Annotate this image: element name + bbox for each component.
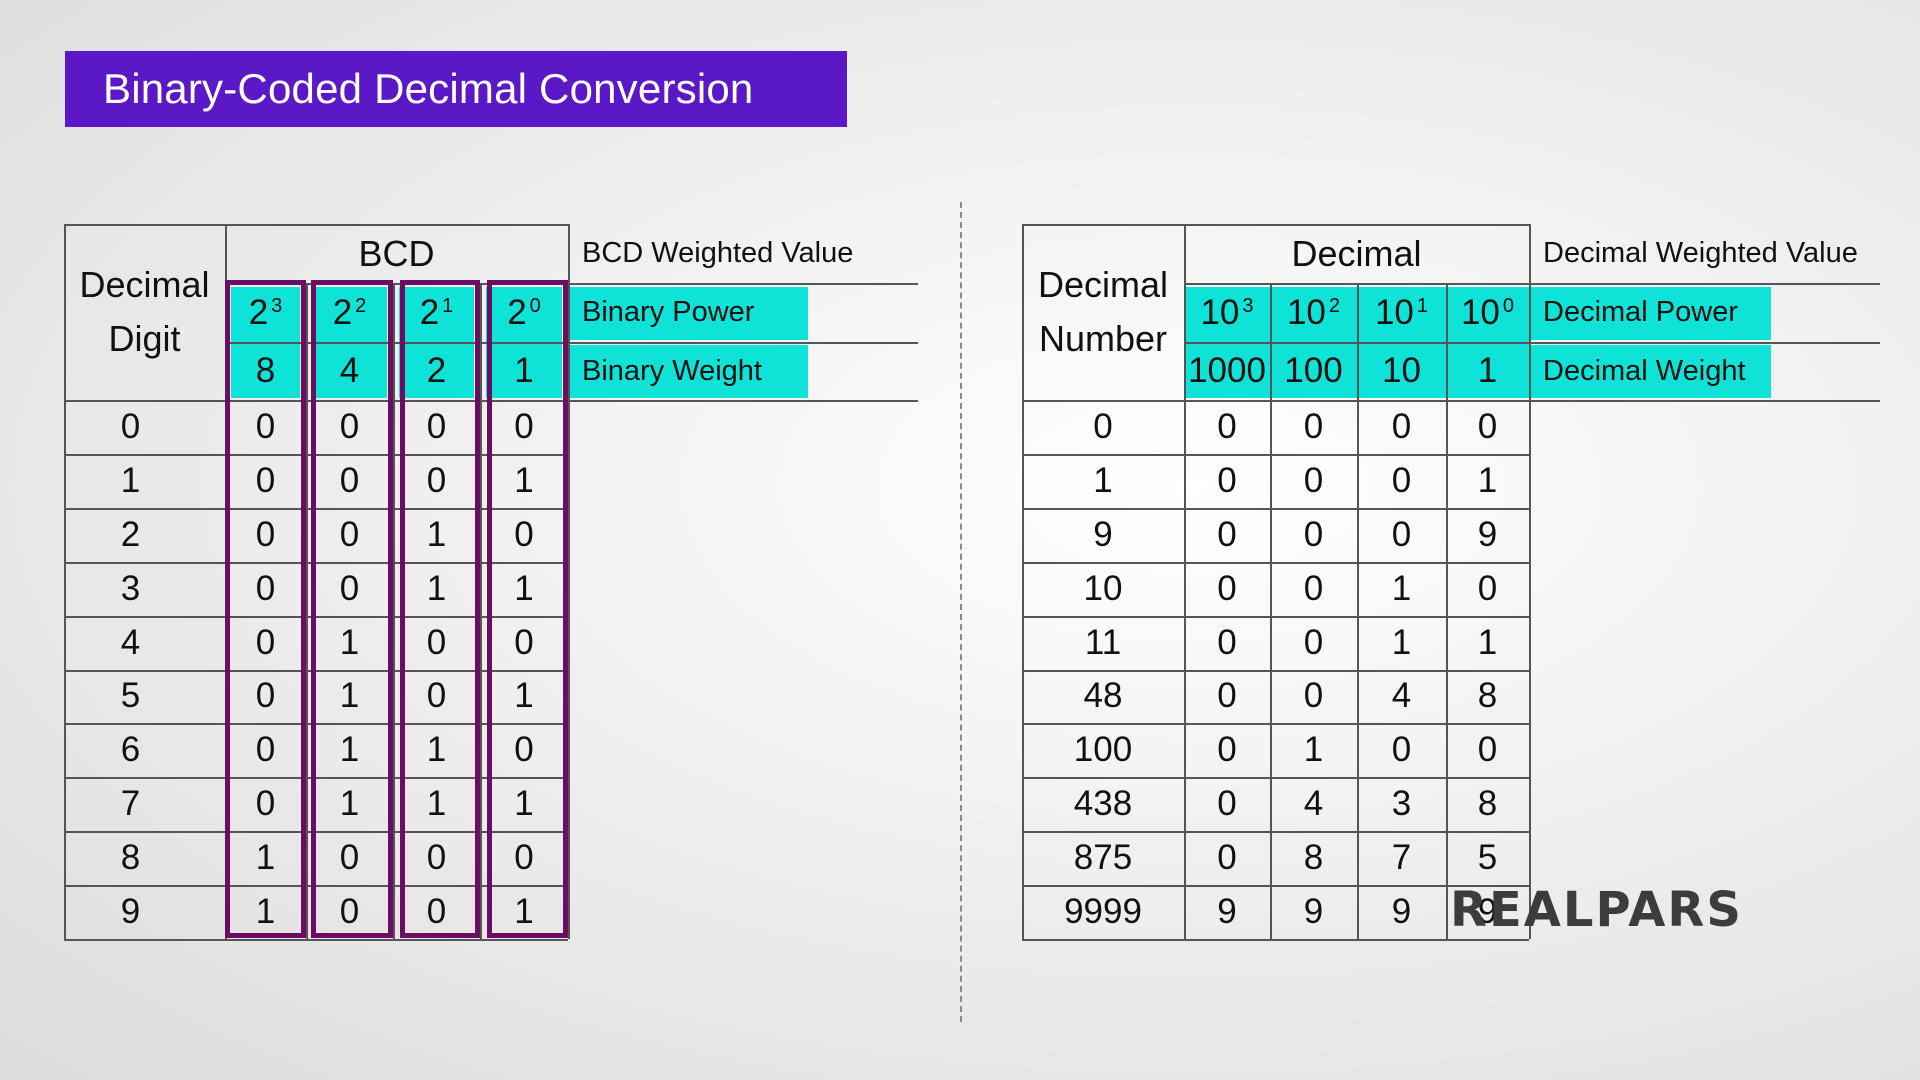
weight-cell: 1 xyxy=(1477,351,1498,390)
row-label-cell: 11 xyxy=(1084,622,1122,662)
weighted-value-label: Decimal Weighted Value xyxy=(1543,237,1858,269)
value-cell: 7 xyxy=(1391,838,1412,878)
value-cell: 0 xyxy=(1217,622,1237,662)
row-label-cell: 9999 xyxy=(1064,892,1142,932)
row-header-line: Decimal xyxy=(1037,264,1169,305)
value-cell: 1 xyxy=(1391,568,1412,608)
row-label-cell: 438 xyxy=(1073,784,1133,824)
value-cell: 0 xyxy=(1477,730,1498,770)
value-cell: 0 xyxy=(1303,514,1324,554)
row-label-cell: 1 xyxy=(1093,460,1113,500)
weight-cell: 10 xyxy=(1382,351,1421,390)
row-divider xyxy=(64,939,568,941)
value-cell: 0 xyxy=(1477,568,1498,608)
value-cell: 8 xyxy=(1303,838,1324,878)
value-cell: 0 xyxy=(1217,406,1237,446)
value-cell: 0 xyxy=(1391,406,1412,446)
row-label-cell: 1 xyxy=(120,460,141,500)
row-header: Decimal Number xyxy=(1022,224,1184,400)
weight-cell: 100 xyxy=(1284,351,1343,390)
row-header-line: Digit xyxy=(108,318,181,359)
power-base: 10 xyxy=(1460,292,1500,332)
title-text: Binary-Coded Decimal Conversion xyxy=(103,65,754,112)
value-cell: 4 xyxy=(1303,784,1324,824)
group-header: BCD xyxy=(358,232,435,274)
row-header-line: Number xyxy=(1038,318,1168,359)
value-cell: 8 xyxy=(1477,784,1498,824)
value-cell: 1 xyxy=(1477,460,1498,500)
value-cell: 1 xyxy=(1391,622,1412,662)
value-cell: 3 xyxy=(1391,784,1412,824)
row-header-line: Decimal xyxy=(79,264,210,305)
row-label-cell: 8 xyxy=(120,838,141,878)
power-cell: 10 1 xyxy=(1357,283,1446,342)
power-cell: 10 2 xyxy=(1270,283,1357,342)
value-cell: 4 xyxy=(1391,676,1412,716)
section-divider xyxy=(960,202,962,1022)
weighted-value-label: BCD Weighted Value xyxy=(582,237,854,269)
value-cell: 0 xyxy=(1217,730,1237,770)
weight-cell: 1000 xyxy=(1188,351,1266,390)
value-cell: 0 xyxy=(1391,514,1412,554)
value-cell: 0 xyxy=(1303,460,1324,500)
value-cell: 5 xyxy=(1477,838,1498,878)
value-cell: 0 xyxy=(1217,838,1237,878)
weight-label: Binary Weight xyxy=(582,354,762,387)
value-cell: 0 xyxy=(1303,568,1324,608)
row-label-cell: 4 xyxy=(120,622,141,662)
bit-column-highlight xyxy=(400,280,480,938)
value-cell: 0 xyxy=(1217,676,1237,716)
bit-column-highlight xyxy=(487,280,568,938)
value-cell: 0 xyxy=(1217,514,1237,554)
value-cell: 0 xyxy=(1391,460,1412,500)
value-cell: 0 xyxy=(1391,730,1412,770)
power-base: 10 xyxy=(1200,292,1240,332)
value-cell: 9 xyxy=(1391,892,1412,932)
row-label-cell: 9 xyxy=(120,892,141,932)
value-cell: 1 xyxy=(1303,730,1324,770)
value-cell: 0 xyxy=(1303,622,1324,662)
row-header: Decimal Digit xyxy=(64,224,225,400)
value-cell: 9 xyxy=(1303,892,1324,932)
power-exponent: 3 xyxy=(1242,295,1254,317)
row-label-cell: 100 xyxy=(1073,730,1133,770)
power-exponent: 1 xyxy=(1416,295,1429,317)
value-cell: 0 xyxy=(1217,460,1237,500)
value-cell: 0 xyxy=(1303,406,1324,446)
power-exponent: 2 xyxy=(1328,295,1341,317)
row-label-cell: 9 xyxy=(1093,514,1113,554)
row-label-cell: 10 xyxy=(1083,568,1123,608)
row-label-cell: 0 xyxy=(1093,406,1113,446)
row-label-cell: 0 xyxy=(120,406,141,446)
row-label-cell: 7 xyxy=(120,784,141,824)
value-cell: 0 xyxy=(1217,568,1237,608)
row-label-cell: 48 xyxy=(1083,676,1123,716)
power-base: 10 xyxy=(1286,292,1326,332)
value-cell: 9 xyxy=(1477,514,1498,554)
power-exponent: 0 xyxy=(1502,295,1515,317)
weight-label: Decimal Weight xyxy=(1543,354,1746,387)
row-label-cell: 5 xyxy=(120,676,141,716)
group-header: Decimal xyxy=(1291,232,1422,274)
value-cell: 1 xyxy=(1477,622,1498,662)
row-label-cell: 875 xyxy=(1073,838,1133,878)
power-label: Binary Power xyxy=(582,296,755,328)
row-divider xyxy=(1022,939,1529,941)
row-label-cell: 3 xyxy=(120,568,141,608)
power-label: Decimal Power xyxy=(1543,296,1738,328)
row-label-cell: 2 xyxy=(120,514,141,554)
page-title: Binary-Coded Decimal Conversion xyxy=(65,51,847,127)
bit-column-highlight xyxy=(311,280,393,938)
value-cell: 8 xyxy=(1477,676,1498,716)
power-base: 10 xyxy=(1374,292,1414,332)
power-cell: 10 0 xyxy=(1446,283,1529,342)
value-cell: 0 xyxy=(1217,784,1237,824)
value-cell: 0 xyxy=(1303,676,1324,716)
power-cell: 10 3 xyxy=(1184,283,1270,342)
row-label-cell: 6 xyxy=(120,730,141,770)
value-cell: 0 xyxy=(1477,406,1498,446)
value-cell: 9 xyxy=(1217,892,1237,932)
realpars-logo: REALPARS xyxy=(1450,882,1743,938)
bit-column-highlight xyxy=(225,280,306,938)
